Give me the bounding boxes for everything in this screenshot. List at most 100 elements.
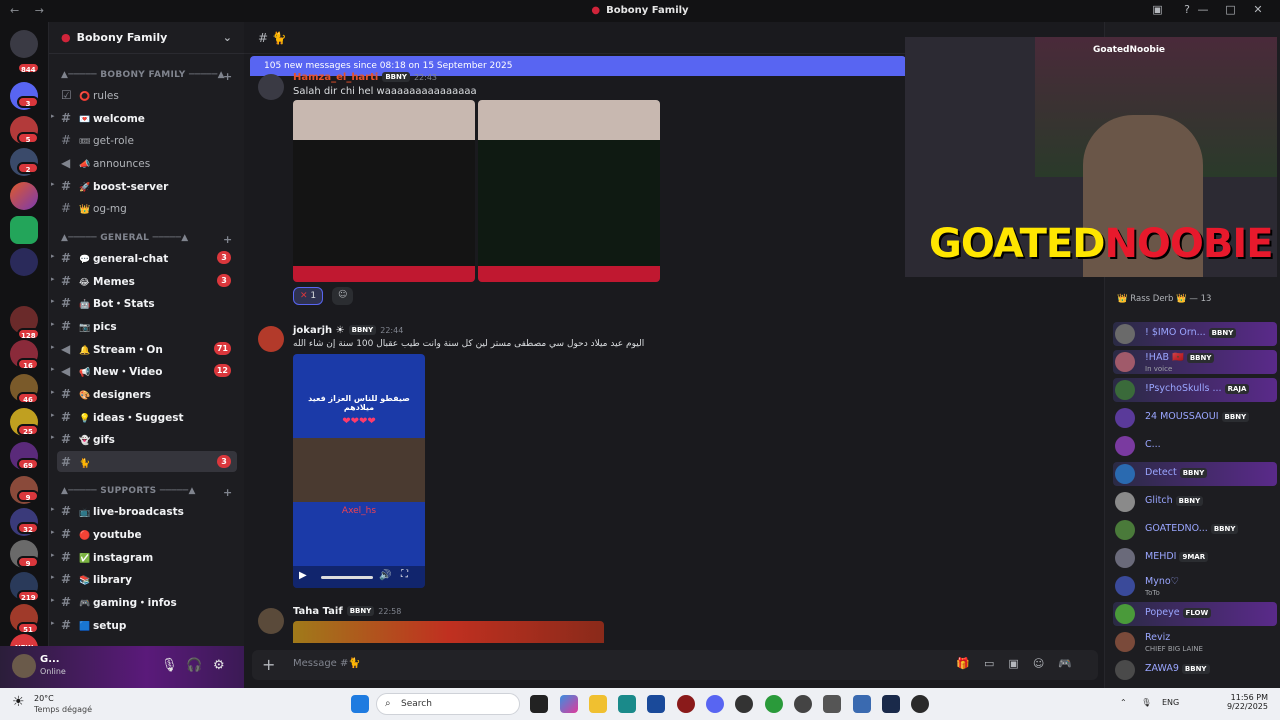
apps-icon[interactable]: 🎮 [1058, 657, 1086, 670]
channel-item[interactable]: ☑ ⭕ rules [57, 84, 237, 105]
task-view-icon[interactable] [530, 695, 548, 713]
clock[interactable]: 11:56 PM 9/22/2025 [1204, 693, 1268, 711]
sticker-icon[interactable]: ▣ [1008, 657, 1032, 670]
channel-item[interactable]: ▸ # 💌 welcome [51, 107, 237, 128]
member-item[interactable]: Reviz CHIEF BIG LAINE [1113, 630, 1277, 654]
message-author[interactable]: Taha Taif BBNY 22:58 [293, 606, 401, 617]
category-header[interactable]: ▲───── SUPPORTS ─────▲ + [61, 486, 232, 499]
member-item[interactable]: Glitch BBNY [1113, 490, 1277, 514]
server-icon[interactable] [10, 248, 38, 276]
video-attachment[interactable]: صيفطو للناس العزاز فعيد ميلادهم ❤❤❤❤ Axe… [293, 354, 425, 588]
member-item[interactable]: !PsychoSkulls ... RAJA [1113, 378, 1277, 402]
channel-item[interactable]: # 👑 og-mg [57, 197, 237, 218]
message-input[interactable]: Message #🐈 [293, 658, 361, 669]
add-channel-icon[interactable]: + [223, 70, 233, 83]
avatar[interactable] [12, 654, 36, 678]
maximize-button[interactable]: □ [1219, 3, 1243, 16]
message-author[interactable]: Hamza_el_harti BBNY 22:43 [293, 72, 437, 83]
channel-item[interactable]: ▸ # 👻 gifs [51, 428, 237, 449]
member-item[interactable]: !HAB 🇲🇦 BBNY In voice [1113, 350, 1277, 374]
avatar[interactable] [258, 74, 284, 100]
channel-item[interactable]: ▸ # 🤖 Bot・Stats [51, 292, 237, 313]
channel-item[interactable]: ▸ # 😂 Memes 3 [51, 270, 237, 291]
windows-start-icon[interactable] [351, 695, 369, 713]
taskbar-search[interactable]: ⌕ Search [376, 693, 520, 715]
channel-item[interactable]: ▸ ◀ 🔔 Stream・On 71 [51, 338, 237, 359]
member-item[interactable]: MEHDI 9MAR [1113, 546, 1277, 570]
member-item[interactable]: 24 MOUSSAOUI BBNY [1113, 406, 1277, 430]
server-header[interactable]: ● Bobony Family ⌄ [49, 22, 244, 54]
steam-icon[interactable] [882, 695, 900, 713]
headphones-icon[interactable]: 🎧 [186, 658, 202, 673]
channel-item[interactable]: ▸ # 🎨 designers [51, 383, 237, 404]
chevron-up-icon[interactable]: ⌃ [1120, 698, 1127, 707]
direct-messages-icon[interactable] [10, 30, 38, 58]
channel-item[interactable]: ▸ # 💡 ideas・Suggest [51, 406, 237, 427]
fullscreen-icon[interactable]: ⛶ [401, 569, 408, 580]
channel-item[interactable]: ▸ # 📷 pics [51, 315, 237, 336]
member-item[interactable]: Popeye FLOW [1113, 602, 1277, 626]
channel-item[interactable]: ▸ # 🟦 setup [51, 614, 237, 635]
gif-icon[interactable]: ▭ [984, 657, 1008, 670]
minimize-button[interactable]: — [1191, 3, 1215, 16]
app-icon[interactable] [677, 695, 695, 713]
app-icon[interactable] [735, 695, 753, 713]
channel-item[interactable]: ▸ # ✅ instagram [51, 546, 237, 567]
category-header[interactable]: ▲───── GENERAL ─────▲ + [61, 233, 232, 246]
chevron-down-icon[interactable]: ⌄ [223, 31, 232, 44]
media-player-icon[interactable] [911, 695, 929, 713]
message-author[interactable]: jokarjh ☀ BBNY 22:44 [293, 325, 403, 336]
explore-icon[interactable] [10, 216, 38, 244]
gear-icon[interactable]: ⚙ [213, 658, 225, 673]
channel-item-active[interactable]: # 🐈 3 [57, 451, 237, 472]
channel-item[interactable]: ▸ # 💬 general-chat 3 [51, 247, 237, 268]
help-icon[interactable]: ? [1184, 3, 1190, 16]
add-reaction-button[interactable]: ☺ [332, 287, 354, 305]
app-icon[interactable] [794, 695, 812, 713]
discord-icon[interactable] [706, 695, 724, 713]
snipping-tool-icon[interactable] [853, 695, 871, 713]
member-item[interactable]: GOATEDNO... BBNY [1113, 518, 1277, 542]
avatar[interactable] [258, 608, 284, 634]
attachment-image[interactable] [293, 621, 604, 643]
emoji-icon[interactable]: ☺ [1033, 657, 1058, 670]
channel-item[interactable]: ▸ ◀ 📢 New・Video 12 [51, 360, 237, 381]
attachment-image[interactable] [478, 100, 660, 282]
server-icon[interactable] [10, 182, 38, 210]
channel-item[interactable]: ◀ 📣 announces [57, 152, 237, 173]
server-badge: 16 [17, 358, 39, 370]
add-channel-icon[interactable]: + [223, 233, 233, 246]
chrome-icon[interactable] [765, 695, 783, 713]
channel-item[interactable]: ▸ # 🚀 boost-server [51, 175, 237, 196]
channel-item[interactable]: ▸ # 🔴 youtube [51, 523, 237, 544]
channel-item[interactable]: ▸ # 🎮 gaming・infos [51, 591, 237, 612]
close-button[interactable]: ✕ [1246, 3, 1270, 16]
store-icon[interactable] [647, 695, 665, 713]
microphone-icon[interactable]: 🎙 [161, 658, 178, 673]
channel-item[interactable]: ▸ # 📺 live-broadcasts [51, 500, 237, 521]
role-tag: BBNY [1186, 353, 1215, 363]
attachment-image[interactable] [293, 100, 475, 282]
reaction-button[interactable]: ✕ 1 [293, 287, 324, 305]
volume-slider[interactable] [321, 576, 373, 579]
volume-icon[interactable]: 🔊 [379, 570, 391, 581]
member-item[interactable]: ! $IMO Orn... BBNY [1113, 322, 1277, 346]
member-item[interactable]: Myno♡ ToTo [1113, 574, 1277, 598]
member-item[interactable]: Detect BBNY [1113, 462, 1277, 486]
inbox-icon[interactable]: ▣ [1152, 3, 1162, 16]
copilot-icon[interactable] [560, 695, 578, 713]
add-channel-icon[interactable]: + [223, 486, 233, 499]
channel-item[interactable]: ▸ # 📚 library [51, 568, 237, 589]
settings-icon[interactable] [823, 695, 841, 713]
play-icon[interactable]: ▶ [299, 570, 307, 581]
file-explorer-icon[interactable] [589, 695, 607, 713]
member-item[interactable]: ZAWA9 BBNY [1113, 658, 1277, 682]
gift-icon[interactable]: 🎁 [956, 657, 984, 670]
category-header[interactable]: ▲───── BOBONY FAMILY ─────▲ + [61, 70, 232, 83]
member-item[interactable]: C... [1113, 434, 1277, 458]
avatar[interactable] [258, 326, 284, 352]
microphone-icon[interactable]: 🎙 [1141, 698, 1151, 707]
edge-icon[interactable] [618, 695, 636, 713]
channel-item[interactable]: # 🎟 get-role [57, 129, 237, 150]
add-attachment-icon[interactable]: + [262, 655, 275, 674]
